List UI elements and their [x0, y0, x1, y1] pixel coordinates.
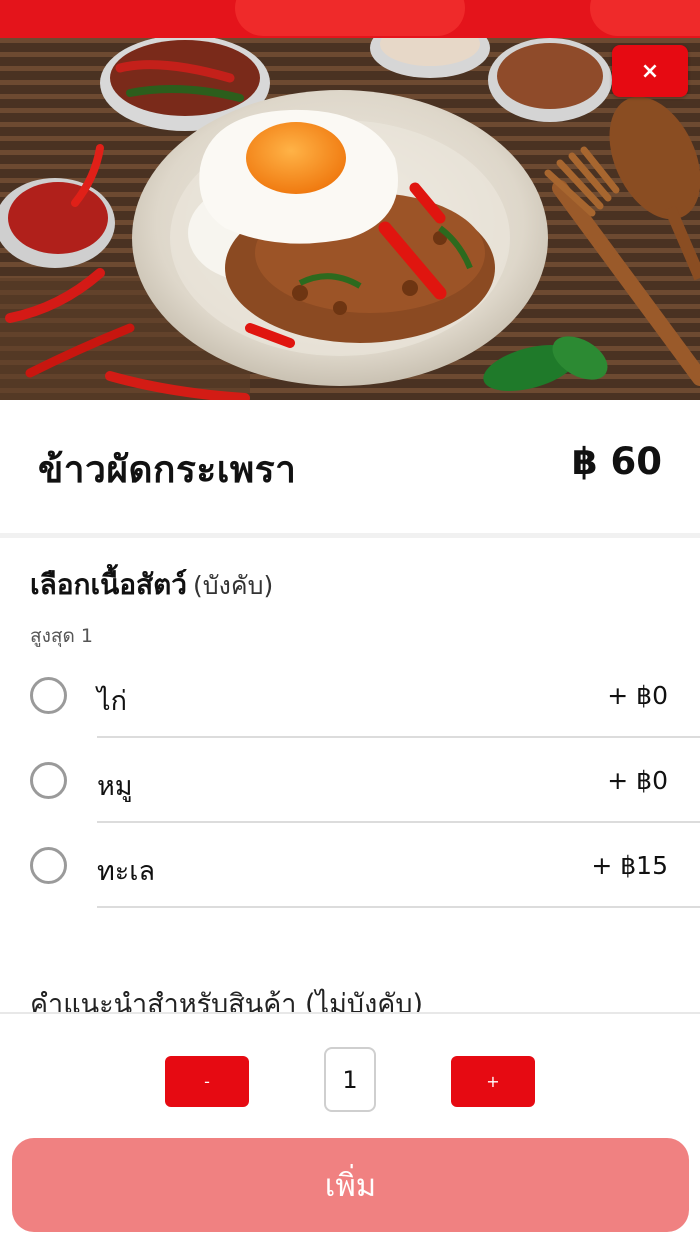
close-button[interactable]: ×	[612, 45, 688, 97]
option-row-chicken[interactable]: ไก่ + ฿0	[0, 653, 700, 738]
divider	[97, 906, 700, 908]
bottom-action-bar: - 1 + เพิ่ม	[0, 1012, 700, 1244]
option-label: ไก่	[97, 686, 127, 717]
header-decoration	[235, 0, 465, 36]
radio-button[interactable]	[30, 847, 67, 884]
quantity-increase-button[interactable]: +	[451, 1056, 535, 1107]
product-header: ข้าวผัดกระเพรา ฿ 60	[0, 400, 700, 538]
quantity-value[interactable]: 1	[324, 1047, 376, 1112]
quantity-decrease-button[interactable]: -	[165, 1056, 249, 1107]
option-group-title-text: เลือกเนื้อสัตว์	[30, 568, 188, 601]
close-icon: ×	[640, 58, 660, 84]
header-strip	[0, 0, 700, 38]
required-label: (บังคับ)	[193, 571, 274, 600]
option-price: + ฿0	[607, 681, 668, 710]
radio-button[interactable]	[30, 677, 67, 714]
option-label: หมู	[97, 771, 133, 802]
product-name: ข้าวผัดกระเพรา	[38, 448, 297, 491]
option-row-pork[interactable]: หมู + ฿0	[0, 738, 700, 823]
header-decoration	[590, 0, 700, 36]
product-image	[0, 38, 700, 400]
option-label: ทะเล	[97, 856, 156, 887]
radio-button[interactable]	[30, 762, 67, 799]
option-group-title: เลือกเนื้อสัตว์ (บังคับ)	[30, 563, 273, 607]
option-row-seafood[interactable]: ทะเล + ฿15	[0, 823, 700, 908]
max-selection-label: สูงสุด 1	[30, 625, 93, 647]
product-price: ฿ 60	[571, 440, 662, 483]
option-price: + ฿0	[607, 766, 668, 795]
add-to-cart-button[interactable]: เพิ่ม	[12, 1138, 689, 1232]
option-price: + ฿15	[591, 851, 668, 880]
